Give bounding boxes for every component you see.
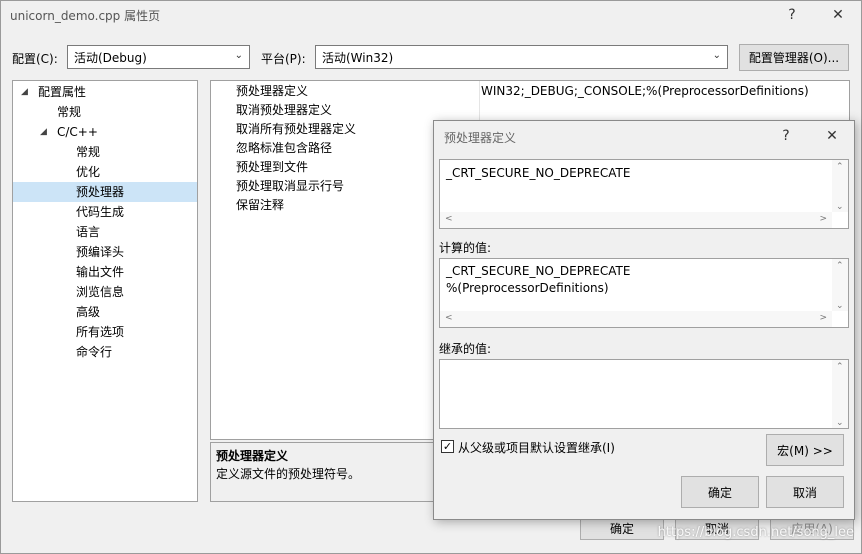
inherit-checkbox-label[interactable]: 从父级或项目默认设置继承(I) (458, 439, 615, 456)
definitions-vscrollbar[interactable]: ⌃ ⌄ (832, 160, 848, 212)
computed-vscrollbar[interactable]: ⌃ ⌄ (832, 259, 848, 311)
preprocessor-definitions-dialog: 预处理器定义 ? ✕ _CRT_SECURE_NO_DEPRECATE ⌃ ⌄ … (433, 120, 855, 520)
tree-item-advanced[interactable]: 高级 (13, 302, 197, 322)
config-select-value: 活动(Debug) (74, 50, 147, 65)
tree-item-language[interactable]: 语言 (13, 222, 197, 242)
scroll-right-icon[interactable]: > (819, 313, 827, 323)
property-tree[interactable]: ◢ 配置属性 常规 ◢ C/C++ 常规 优化 预处理器 代码生成 语言 预编译… (12, 80, 198, 502)
description-text: 定义源文件的预处理符号。 (216, 467, 361, 481)
close-icon: ✕ (826, 128, 838, 144)
tree-item-all-options[interactable]: 所有选项 (13, 322, 197, 342)
checkmark-icon: ✓ (442, 440, 453, 453)
macro-button[interactable]: 宏(M) >> (766, 434, 844, 466)
config-label: 配置(C): (12, 52, 58, 66)
close-icon: ✕ (832, 7, 844, 23)
inherited-vscrollbar[interactable]: ⌃ ⌄ (832, 360, 848, 428)
close-button[interactable]: ✕ (818, 0, 858, 30)
tree-item-preprocessor[interactable]: 预处理器 (13, 182, 197, 202)
computed-values-box: _CRT_SECURE_NO_DEPRECATE %(PreprocessorD… (439, 258, 849, 328)
platform-select-value: 活动(Win32) (322, 50, 394, 65)
grid-row-undefine-preprocessor[interactable]: 取消预处理器定义 (211, 101, 849, 120)
grid-row-preprocessor-definitions[interactable]: 预处理器定义 WIN32;_DEBUG;_CONSOLE;%(Preproces… (211, 82, 849, 101)
scroll-down-icon[interactable]: ⌄ (836, 418, 844, 428)
scroll-up-icon[interactable]: ⌃ (836, 261, 844, 271)
inherited-values-box: ⌃ ⌄ (439, 359, 849, 429)
help-icon: ? (782, 128, 790, 144)
chevron-down-icon: ⌄ (712, 50, 721, 61)
computed-hscrollbar[interactable]: < > (440, 311, 832, 327)
config-manager-button[interactable]: 配置管理器(O)... (739, 44, 849, 71)
config-select[interactable]: 活动(Debug) ⌄ (67, 45, 250, 69)
platform-label: 平台(P): (261, 52, 306, 66)
scroll-down-icon[interactable]: ⌄ (836, 301, 844, 311)
scroll-down-icon[interactable]: ⌄ (836, 202, 844, 212)
chevron-down-icon: ⌄ (234, 50, 243, 61)
tree-item-browse-info[interactable]: 浏览信息 (13, 282, 197, 302)
computed-values-label: 计算的值: (439, 241, 492, 255)
definitions-hscrollbar[interactable]: < > (440, 212, 832, 228)
computed-line-2: %(PreprocessorDefinitions) (446, 281, 609, 295)
inherited-values-label: 继承的值: (439, 342, 492, 356)
platform-select[interactable]: 活动(Win32) ⌄ (315, 45, 728, 69)
dialog-close-button[interactable]: ✕ (812, 121, 852, 151)
dialog-help-button[interactable]: ? (766, 121, 806, 151)
tree-item-precompiled-headers[interactable]: 预编译头 (13, 242, 197, 262)
dialog-cancel-button[interactable]: 取消 (766, 476, 844, 508)
tree-item-output-files[interactable]: 输出文件 (13, 262, 197, 282)
dialog-ok-button[interactable]: 确定 (681, 476, 759, 508)
description-title: 预处理器定义 (216, 449, 289, 463)
tree-item-general[interactable]: 常规 (13, 102, 197, 122)
tree-item-command-line[interactable]: 命令行 (13, 342, 197, 362)
help-icon: ? (788, 7, 796, 23)
tree-item-config-properties[interactable]: ◢ 配置属性 (13, 82, 197, 102)
inherit-checkbox[interactable]: ✓ (441, 440, 454, 453)
window-title: unicorn_demo.cpp 属性页 (10, 9, 161, 23)
tree-item-code-generation[interactable]: 代码生成 (13, 202, 197, 222)
tree-item-optimization[interactable]: 优化 (13, 162, 197, 182)
help-button[interactable]: ? (772, 0, 812, 30)
expanded-arrow-icon[interactable]: ◢ (40, 122, 47, 142)
scroll-left-icon[interactable]: < (445, 313, 453, 323)
scroll-right-icon[interactable]: > (819, 214, 827, 224)
expanded-arrow-icon[interactable]: ◢ (21, 82, 28, 102)
scroll-up-icon[interactable]: ⌃ (836, 162, 844, 172)
scroll-left-icon[interactable]: < (445, 214, 453, 224)
scroll-up-icon[interactable]: ⌃ (836, 362, 844, 372)
definitions-text: _CRT_SECURE_NO_DEPRECATE (446, 166, 631, 180)
definitions-textarea[interactable]: _CRT_SECURE_NO_DEPRECATE ⌃ ⌄ < > (439, 159, 849, 229)
tree-item-cpp[interactable]: ◢ C/C++ (13, 122, 197, 142)
tree-item-cpp-general[interactable]: 常规 (13, 142, 197, 162)
dialog-title: 预处理器定义 (444, 131, 517, 145)
computed-line-1: _CRT_SECURE_NO_DEPRECATE (446, 264, 631, 278)
watermark: https://blog.csdn.net/song_lee (657, 525, 854, 540)
